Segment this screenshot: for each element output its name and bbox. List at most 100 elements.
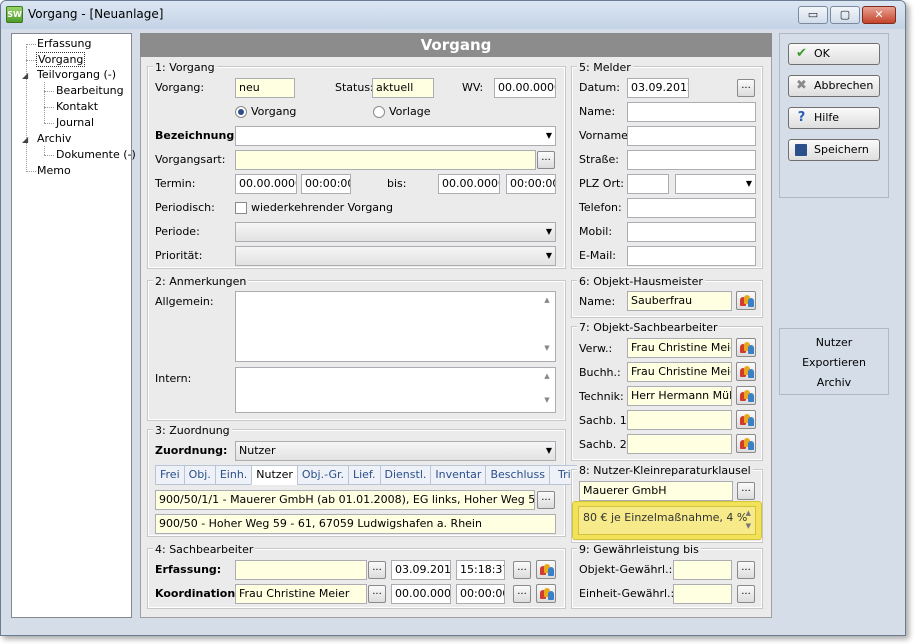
radio-vorlage[interactable] bbox=[373, 106, 385, 118]
tree-item-journal[interactable]: Journal bbox=[56, 116, 94, 129]
tree-item-bearbeitung[interactable]: Bearbeitung bbox=[56, 84, 124, 97]
tree-item-memo[interactable]: Memo bbox=[37, 164, 71, 177]
chevron-down-icon: ▼ bbox=[545, 227, 552, 236]
kleinreparatur-nutzer-field[interactable]: Mauerer GmbH bbox=[579, 481, 733, 501]
koordination-time-field[interactable]: 00:00:00 bbox=[456, 584, 505, 604]
allgemein-textarea[interactable]: ▲ ▼ bbox=[235, 291, 556, 362]
ok-button[interactable]: ✔ OK bbox=[788, 43, 880, 65]
hilfe-button[interactable]: ? Hilfe bbox=[788, 107, 880, 129]
erfassung-field[interactable] bbox=[235, 560, 367, 580]
technik-field[interactable]: Herr Hermann Müller bbox=[627, 386, 732, 406]
people-icon[interactable] bbox=[736, 386, 756, 405]
koordination-time-browse-button[interactable]: ... bbox=[513, 585, 531, 603]
erfassung-browse-button[interactable]: ... bbox=[368, 561, 386, 579]
navigation-tree: Erfassung Vorgang ◢ Teilvorgang (-) Bear… bbox=[11, 33, 136, 618]
bezeichnung-combo[interactable]: ▼ bbox=[235, 126, 556, 146]
people-icon[interactable] bbox=[736, 291, 756, 310]
collapse-icon[interactable]: ◢ bbox=[22, 71, 28, 80]
melder-vorname-field[interactable] bbox=[627, 126, 756, 146]
melder-plz-field[interactable] bbox=[627, 174, 669, 194]
zuordnung-objekt-field[interactable]: 900/50 - Hoher Weg 59 - 61, 67059 Ludwig… bbox=[155, 514, 556, 534]
scroll-up-icon[interactable]: ▲ bbox=[746, 509, 751, 517]
people-icon[interactable] bbox=[736, 410, 756, 429]
erfassung-date-field[interactable]: 03.09.2012 bbox=[391, 560, 451, 580]
tab-obj[interactable]: Obj. bbox=[183, 465, 215, 485]
close-button[interactable]: ✕ bbox=[862, 6, 896, 24]
koordination-date-field[interactable]: 00.00.0000 bbox=[391, 584, 451, 604]
people-icon[interactable] bbox=[736, 362, 756, 381]
bezeichnung-label: Bezeichnung: bbox=[155, 129, 239, 142]
bis-time-field[interactable]: 00:00:00 bbox=[506, 174, 556, 194]
intern-textarea[interactable]: ▲ ▼ bbox=[235, 367, 556, 413]
tab-einh[interactable]: Einh. bbox=[214, 465, 252, 485]
tree-item-kontakt[interactable]: Kontakt bbox=[56, 100, 98, 113]
tree-item-archiv[interactable]: Archiv bbox=[37, 132, 71, 145]
abbrechen-button[interactable]: ✖ Abbrechen bbox=[788, 75, 880, 97]
melder-name-field[interactable] bbox=[627, 102, 756, 122]
periode-combo[interactable]: ▼ bbox=[235, 222, 556, 242]
vorgangsart-field[interactable] bbox=[235, 150, 536, 170]
tree-item-erfassung[interactable]: Erfassung bbox=[37, 37, 91, 50]
scroll-down-icon[interactable]: ▼ bbox=[746, 522, 751, 530]
sachb2-field[interactable] bbox=[627, 434, 732, 454]
people-icon[interactable] bbox=[736, 434, 756, 453]
speichern-button[interactable]: Speichern bbox=[788, 139, 880, 161]
zuordnung-browse-button[interactable]: ... bbox=[537, 491, 555, 509]
minimize-button[interactable]: ▭ bbox=[798, 6, 828, 24]
melder-strasse-field[interactable] bbox=[627, 150, 756, 170]
tab-beschluss[interactable]: Beschluss bbox=[485, 465, 549, 485]
nutzer-link[interactable]: Nutzer bbox=[780, 333, 888, 353]
termin-time-field[interactable]: 00:00:00 bbox=[301, 174, 351, 194]
sachb1-field[interactable] bbox=[627, 410, 732, 430]
melder-mobil-field[interactable] bbox=[627, 222, 756, 242]
scrollbar[interactable]: ▲ ▼ bbox=[539, 368, 555, 412]
einheit-gewaehrl-browse-button[interactable]: ... bbox=[737, 585, 755, 603]
hausmeister-name-field[interactable]: Sauberfrau bbox=[627, 291, 732, 311]
termin-date-field[interactable]: 00.00.0000 bbox=[235, 174, 297, 194]
melder-email-field[interactable] bbox=[627, 246, 756, 266]
buchh-field[interactable]: Frau Christine Meier bbox=[627, 362, 732, 382]
wiederkehrend-checkbox[interactable] bbox=[235, 202, 247, 214]
tab-nutzer[interactable]: Nutzer bbox=[251, 465, 297, 485]
verw-field[interactable]: Frau Christine Meier bbox=[627, 338, 732, 358]
tab-dienstl[interactable]: Dienstl. bbox=[379, 465, 431, 485]
koordination-field[interactable]: Frau Christine Meier bbox=[235, 584, 367, 604]
vorgang-field[interactable]: neu bbox=[235, 78, 295, 98]
title-bar[interactable]: SW Vorgang - [Neuanlage] ▭ ▢ ✕ bbox=[1, 1, 905, 29]
scrollbar[interactable]: ▲ ▼ bbox=[539, 292, 555, 361]
tab-inventar[interactable]: Inventar bbox=[430, 465, 486, 485]
status-field[interactable]: aktuell bbox=[372, 78, 434, 98]
tab-obj-gr[interactable]: Obj.-Gr. bbox=[296, 465, 348, 485]
radio-vorgang[interactable] bbox=[235, 106, 247, 118]
kleinreparatur-browse-button[interactable]: ... bbox=[737, 482, 755, 500]
koordination-browse-button[interactable]: ... bbox=[368, 585, 386, 603]
tree-item-teilvorgang[interactable]: Teilvorgang (-) bbox=[37, 68, 116, 81]
wv-date-field[interactable]: 00.00.0000 bbox=[494, 78, 556, 98]
datum-field[interactable]: 03.09.2012 bbox=[627, 78, 689, 98]
archiv-link[interactable]: Archiv bbox=[780, 373, 888, 393]
tree-item-vorgang[interactable]: Vorgang bbox=[36, 52, 86, 67]
melder-ort-combo[interactable]: ▼ bbox=[675, 174, 756, 194]
collapse-icon[interactable]: ◢ bbox=[22, 135, 28, 144]
vorgangsart-browse-button[interactable]: ... bbox=[537, 151, 555, 169]
zuordnung-nutzer-field[interactable]: 900/50/1/1 - Mauerer GmbH (ab 01.01.2008… bbox=[155, 490, 535, 510]
exportieren-link[interactable]: Exportieren bbox=[780, 353, 888, 373]
maximize-button[interactable]: ▢ bbox=[830, 6, 860, 24]
erfassung-time-field[interactable]: 15:18:37 bbox=[456, 560, 505, 580]
melder-telefon-field[interactable] bbox=[627, 198, 756, 218]
einheit-gewaehrl-field[interactable] bbox=[673, 584, 732, 604]
klausel-textarea[interactable]: 80 € je Einzelmaßnahme, 4 % ▲ ▼ bbox=[578, 506, 756, 535]
people-icon[interactable] bbox=[536, 584, 556, 603]
tree-item-dokumente[interactable]: Dokumente (-) bbox=[56, 148, 136, 161]
people-icon[interactable] bbox=[736, 338, 756, 357]
bis-date-field[interactable]: 00.00.0000 bbox=[438, 174, 500, 194]
tab-frei[interactable]: Frei bbox=[155, 465, 184, 485]
prioritaet-combo[interactable]: ▼ bbox=[235, 246, 556, 266]
zuordnung-combo[interactable]: Nutzer ▼ bbox=[235, 441, 556, 461]
objekt-gewaehrl-field[interactable] bbox=[673, 560, 732, 580]
datum-browse-button[interactable]: ... bbox=[737, 79, 755, 97]
objekt-gewaehrl-browse-button[interactable]: ... bbox=[737, 561, 755, 579]
people-icon[interactable] bbox=[536, 560, 556, 579]
erfassung-time-browse-button[interactable]: ... bbox=[513, 561, 531, 579]
tab-lief[interactable]: Lief. bbox=[347, 465, 380, 485]
